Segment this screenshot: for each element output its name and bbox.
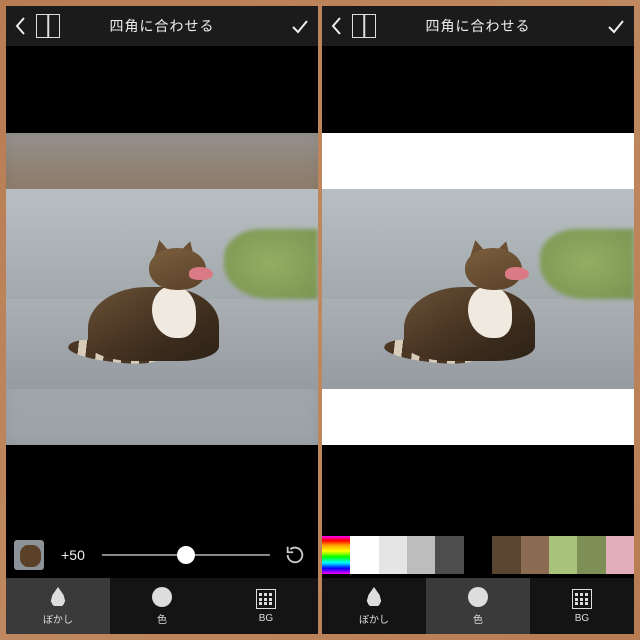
blur-slider-row: +50	[6, 532, 318, 578]
editor-screen-color: 四角に合わせる	[322, 6, 634, 634]
preview-canvas[interactable]	[322, 46, 634, 532]
photo-content	[322, 189, 634, 389]
tool-label: ぼかし	[43, 611, 73, 626]
tool-color[interactable]: 色	[426, 578, 530, 634]
preview-canvas[interactable]	[6, 46, 318, 532]
slider-value: +50	[54, 547, 92, 563]
color-icon	[151, 586, 173, 608]
back-button[interactable]	[322, 16, 352, 36]
swatch-white[interactable]	[350, 536, 378, 574]
swatch-black[interactable]	[464, 536, 492, 574]
aspect-ratio-button[interactable]	[352, 14, 376, 38]
tool-label: 色	[157, 611, 167, 626]
tool-label: 色	[473, 611, 483, 626]
swatch-brown[interactable]	[521, 536, 549, 574]
confirm-button[interactable]	[282, 16, 318, 36]
tool-blur[interactable]: ぼかし	[6, 578, 110, 634]
bg-icon	[571, 588, 593, 610]
blur-slider[interactable]	[102, 545, 270, 565]
blur-icon	[47, 586, 69, 608]
swatch-olive[interactable]	[577, 536, 605, 574]
tool-bg[interactable]: BG	[530, 578, 634, 634]
swatch-light-gray-2[interactable]	[407, 536, 435, 574]
top-bar: 四角に合わせる	[322, 6, 634, 46]
blur-icon	[363, 586, 385, 608]
swatch-green-light[interactable]	[549, 536, 577, 574]
tool-bar: ぼかし 色 BG	[6, 578, 318, 634]
back-button[interactable]	[6, 16, 36, 36]
color-icon	[467, 586, 489, 608]
swatch-pink[interactable]	[606, 536, 634, 574]
color-swatch-row	[322, 532, 634, 578]
thumbnail-preview[interactable]	[14, 540, 44, 570]
swatch-color-picker[interactable]	[322, 536, 350, 574]
confirm-button[interactable]	[598, 16, 634, 36]
tool-color[interactable]: 色	[110, 578, 214, 634]
editor-screen-blur: 四角に合わせる	[6, 6, 318, 634]
photo-content	[6, 189, 318, 389]
swatch-brown-dark[interactable]	[492, 536, 520, 574]
top-bar: 四角に合わせる	[6, 6, 318, 46]
tool-label: BG	[259, 613, 273, 624]
bg-icon	[255, 588, 277, 610]
swatch-light-gray-1[interactable]	[379, 536, 407, 574]
aspect-ratio-button[interactable]	[36, 14, 60, 38]
reset-button[interactable]	[280, 540, 310, 570]
tool-bg[interactable]: BG	[214, 578, 318, 634]
swatch-dark-gray[interactable]	[435, 536, 463, 574]
tool-label: BG	[575, 613, 589, 624]
tool-blur[interactable]: ぼかし	[322, 578, 426, 634]
tool-label: ぼかし	[359, 611, 389, 626]
tool-bar: ぼかし 色 BG	[322, 578, 634, 634]
